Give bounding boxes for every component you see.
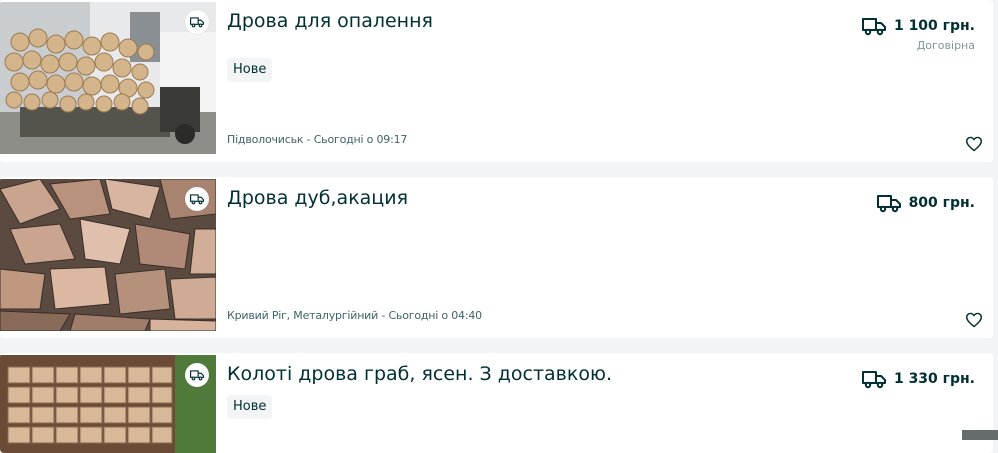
listing-photo[interactable] bbox=[0, 355, 216, 453]
listing-card[interactable]: Колоті дрова граб, ясен. З доставкою. Но… bbox=[0, 353, 993, 453]
listing-title[interactable]: Колоті дрова граб, ясен. З доставкою. bbox=[227, 363, 612, 385]
price-block: 1 330 грн. bbox=[861, 369, 975, 389]
delivery-badge bbox=[185, 363, 209, 387]
new-badge: Нове bbox=[227, 58, 273, 82]
truck-icon bbox=[190, 194, 204, 205]
listing-photo[interactable] bbox=[0, 179, 216, 331]
truck-icon bbox=[876, 195, 901, 213]
price-block: 800 грн. bbox=[876, 193, 975, 213]
heart-icon bbox=[966, 312, 982, 328]
price: 1 330 грн. bbox=[893, 371, 975, 387]
listing-photo[interactable] bbox=[0, 2, 216, 154]
listing-title[interactable]: Дрова для опалення bbox=[227, 10, 433, 32]
negotiable-label: Договірна bbox=[916, 39, 975, 52]
truck-icon bbox=[861, 18, 886, 36]
listing-title[interactable]: Дрова дуб,акация bbox=[227, 187, 408, 209]
truck-icon bbox=[190, 370, 204, 381]
listing-card[interactable]: Дрова для опалення Нове Підволочиськ - С… bbox=[0, 0, 993, 162]
truck-icon bbox=[861, 371, 886, 389]
delivery-badge bbox=[185, 187, 209, 211]
new-badge: Нове bbox=[227, 395, 273, 419]
favorite-button[interactable] bbox=[964, 311, 984, 329]
scrollbar-thumb[interactable] bbox=[962, 430, 998, 440]
price-block: 1 100 грн. bbox=[861, 16, 975, 36]
heart-icon bbox=[966, 136, 982, 152]
price: 1 100 грн. bbox=[893, 18, 975, 34]
listing-card[interactable]: Дрова дуб,акация Кривий Ріг, Металургійн… bbox=[0, 177, 993, 338]
price: 800 грн. bbox=[908, 195, 975, 211]
location-date: Підволочиськ - Сьогодні о 09:17 bbox=[227, 133, 408, 146]
favorite-button[interactable] bbox=[964, 135, 984, 153]
truck-icon bbox=[190, 17, 204, 28]
location-date: Кривий Ріг, Металургійний - Сьогодні о 0… bbox=[227, 309, 482, 322]
delivery-badge bbox=[185, 10, 209, 34]
